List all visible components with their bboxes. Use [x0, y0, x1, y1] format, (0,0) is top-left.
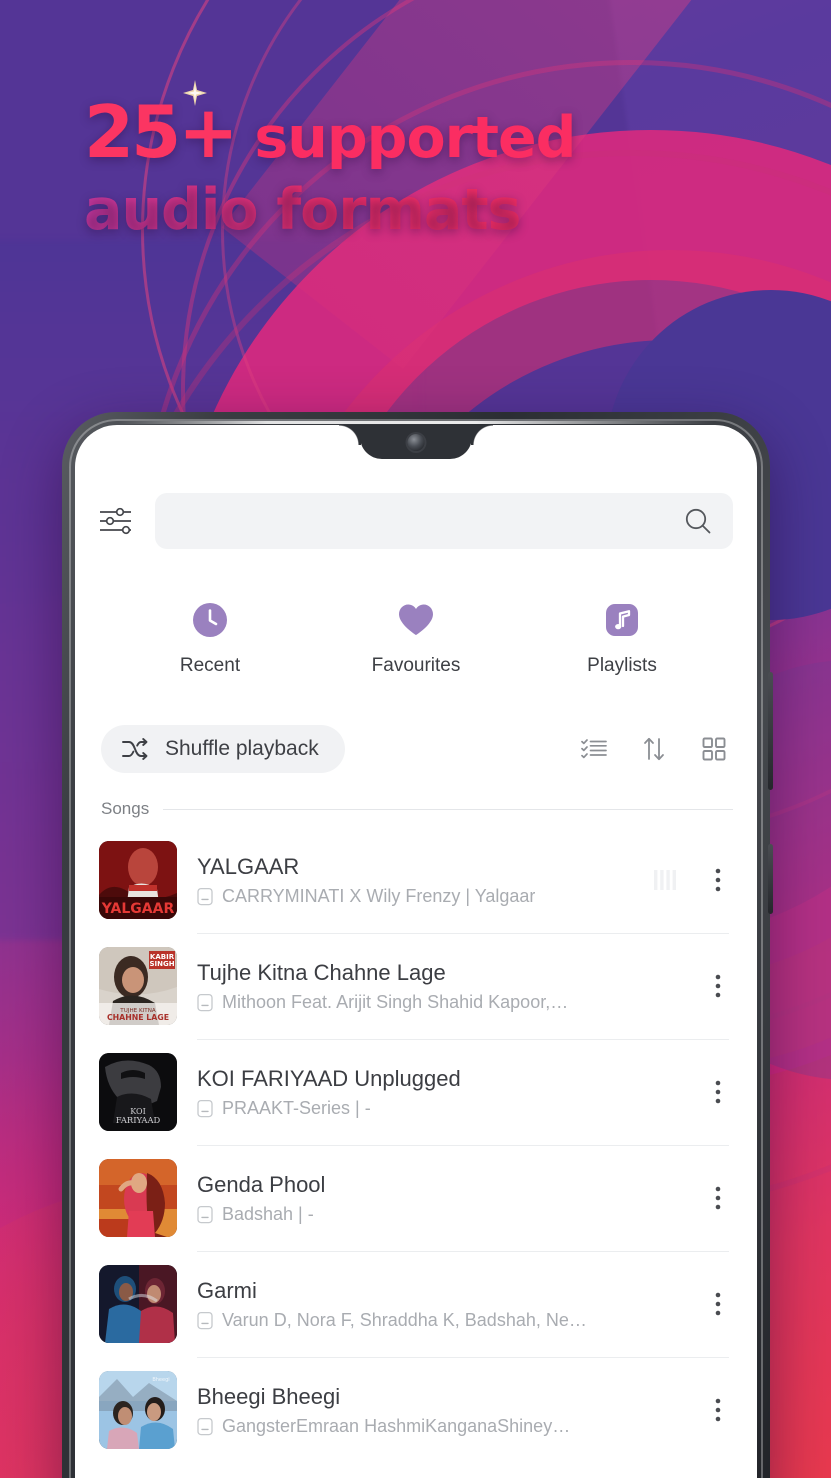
song-subtitle-line: CARRYMINATI X Wily Frenzy | Yalgaar [197, 886, 633, 907]
more-options-icon[interactable] [705, 1395, 731, 1425]
section-divider [163, 808, 733, 810]
album-art-yalgaar: YALGAAR [99, 841, 177, 919]
svg-text:CHAHNE LAGE: CHAHNE LAGE [107, 1013, 169, 1022]
shuffle-playback-label: Shuffle playback [165, 737, 319, 760]
album-art [99, 1159, 177, 1237]
song-title: Garmi [197, 1277, 257, 1303]
format-badge-icon [197, 993, 213, 1011]
promo-screenshot: 25+ supported audio formats Recent Favou… [0, 0, 831, 1478]
svg-text:FARIYAAD: FARIYAAD [116, 1115, 161, 1125]
phone-mockup: Recent Favourites Playlists Shuffle play… [62, 412, 773, 1478]
table-row[interactable]: Genda Phool Badshah | - [99, 1145, 733, 1251]
song-text: Bheegi Bheegi GangsterEmraan HashmiKanga… [197, 1384, 685, 1437]
song-list: YALGAAR YALGAAR CARRYMINATI X Wily Frenz… [99, 827, 733, 1463]
phone-bezel-highlight [118, 421, 714, 424]
tune-icon[interactable] [99, 506, 133, 536]
more-options-icon[interactable] [705, 865, 731, 895]
album-art-koi-fariyaad: KOI FARIYAAD [99, 1053, 177, 1131]
song-subtitle: CARRYMINATI X Wily Frenzy | Yalgaar [222, 885, 536, 906]
svg-text:YALGAAR: YALGAAR [101, 901, 175, 917]
song-subtitle-line: Badshah | - [197, 1204, 685, 1225]
song-text: KOI FARIYAAD Unplugged PRAAKT-Series | - [197, 1066, 685, 1119]
song-title: Bheegi Bheegi [197, 1383, 341, 1409]
front-camera [407, 434, 425, 451]
song-text: Garmi Varun D, Nora F, Shraddha K, Badsh… [197, 1278, 685, 1331]
song-title: KOI FARIYAAD Unplugged [197, 1065, 461, 1091]
format-badge-icon [197, 1311, 213, 1329]
song-title: YALGAAR [197, 853, 300, 879]
section-title: Songs [101, 799, 150, 818]
svg-text:SINGH: SINGH [149, 960, 174, 968]
song-subtitle: PRAAKT-Series | - [222, 1097, 371, 1118]
volume-button[interactable] [768, 672, 773, 790]
quick-tab-recent-label: Recent [179, 655, 241, 676]
select-list-icon[interactable] [581, 736, 607, 762]
grid-view-icon[interactable] [701, 736, 727, 762]
album-art-bheegi-bheegi: Bheegi [99, 1371, 177, 1449]
song-subtitle: GangsterEmraan HashmiKanganaShiney… [222, 1415, 571, 1436]
song-text: Tujhe Kitna Chahne Lage Mithoon Feat. Ar… [197, 960, 685, 1013]
table-row[interactable]: Bheegi Bheegi Bheegi GangsterEmraan Hash… [99, 1357, 733, 1463]
search-icon[interactable] [683, 506, 713, 536]
quick-tab-playlists[interactable]: Playlists [519, 601, 725, 677]
album-art: KOI FARIYAAD [99, 1053, 177, 1131]
headline-count: 25+ [84, 90, 239, 174]
quick-access-tabs: Recent Favourites Playlists [99, 601, 733, 677]
sort-icon[interactable] [641, 736, 667, 762]
song-subtitle: Badshah | - [222, 1203, 314, 1224]
power-button[interactable] [768, 844, 773, 914]
song-subtitle-line: GangsterEmraan HashmiKanganaShiney… [197, 1416, 685, 1437]
album-art: KABIR SINGH TUJHE KITNA CHAHNE LAGE [99, 947, 177, 1025]
more-options-icon[interactable] [705, 1077, 731, 1107]
promo-headline: 25+ supported audio formats [84, 80, 724, 240]
headline-line-1-rest: supported [235, 105, 576, 171]
list-actions [581, 736, 733, 762]
album-art [99, 1265, 177, 1343]
table-row[interactable]: KOI FARIYAAD KOI FARIYAAD Unplugged PRAA… [99, 1039, 733, 1145]
heart-icon [399, 604, 433, 635]
svg-text:Bheegi: Bheegi [152, 1377, 169, 1383]
shuffle-playback-button[interactable]: Shuffle playback [101, 725, 345, 773]
album-art-garmi [99, 1265, 177, 1343]
now-playing-equalizer-icon [654, 870, 676, 890]
album-art: YALGAAR [99, 841, 177, 919]
section-header-songs: Songs [99, 799, 733, 819]
album-art-kabir-singh: KABIR SINGH TUJHE KITNA CHAHNE LAGE [99, 947, 177, 1025]
more-options-icon[interactable] [705, 1183, 731, 1213]
headline-line-2: audio formats [84, 181, 724, 239]
music-note-square-icon [606, 604, 638, 636]
song-subtitle-line: PRAAKT-Series | - [197, 1098, 685, 1119]
table-row[interactable]: KABIR SINGH TUJHE KITNA CHAHNE LAGE Tujh… [99, 933, 733, 1039]
quick-tab-favourites[interactable]: Favourites [313, 601, 519, 677]
song-title: Genda Phool [197, 1171, 326, 1197]
shuffle-icon [122, 738, 148, 760]
search-input[interactable] [155, 493, 733, 549]
more-options-icon[interactable] [705, 971, 731, 1001]
song-text: YALGAAR CARRYMINATI X Wily Frenzy | Yalg… [197, 854, 633, 907]
quick-tab-favourites-label: Favourites [371, 655, 461, 676]
song-title: Tujhe Kitna Chahne Lage [197, 959, 446, 985]
album-art: Bheegi [99, 1371, 177, 1449]
clock-icon [193, 603, 227, 637]
song-subtitle-line: Varun D, Nora F, Shraddha K, Badshah, Ne… [197, 1310, 685, 1331]
more-options-icon[interactable] [705, 1289, 731, 1319]
song-subtitle-line: Mithoon Feat. Arijit Singh Shahid Kapoor… [197, 992, 685, 1013]
phone-screen: Recent Favourites Playlists Shuffle play… [75, 425, 757, 1478]
song-subtitle: Varun D, Nora F, Shraddha K, Badshah, Ne… [222, 1309, 587, 1330]
shuffle-row: Shuffle playback [99, 725, 733, 773]
format-badge-icon [197, 1417, 213, 1435]
search-row [99, 493, 733, 549]
album-art-genda-phool [99, 1159, 177, 1237]
headline-line-1: 25+ supported [84, 80, 724, 171]
format-badge-icon [197, 887, 213, 905]
song-subtitle: Mithoon Feat. Arijit Singh Shahid Kapoor… [222, 991, 569, 1012]
song-text: Genda Phool Badshah | - [197, 1172, 685, 1225]
music-player-app: Recent Favourites Playlists Shuffle play… [75, 425, 757, 1478]
quick-tab-playlists-label: Playlists [587, 655, 657, 676]
table-row[interactable]: Garmi Varun D, Nora F, Shraddha K, Badsh… [99, 1251, 733, 1357]
format-badge-icon [197, 1205, 213, 1223]
table-row[interactable]: YALGAAR YALGAAR CARRYMINATI X Wily Frenz… [99, 827, 733, 933]
format-badge-icon [197, 1099, 213, 1117]
quick-tab-recent[interactable]: Recent [107, 601, 313, 677]
